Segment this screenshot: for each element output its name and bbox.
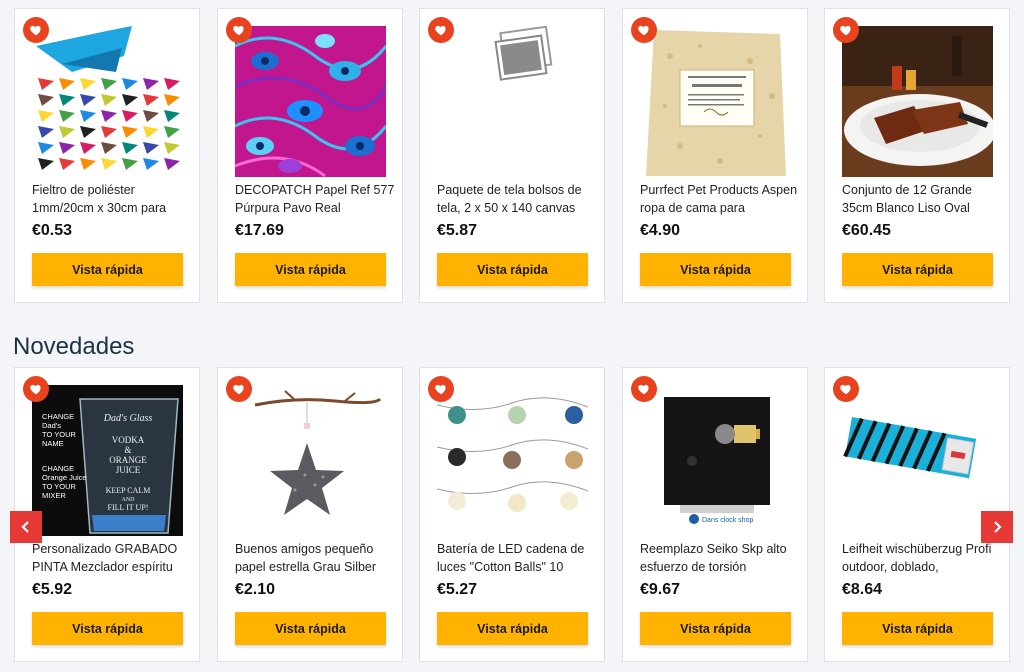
- engraved-glass-image[interactable]: CHANGE Dad's TO YOUR NAME CHANGE Orange …: [32, 385, 183, 536]
- product-price: €0.53: [32, 222, 73, 239]
- product-title[interactable]: Fieltro de poliéster 1mm/20cm x 30cm par…: [32, 181, 192, 219]
- heart-icon[interactable]: [226, 376, 252, 402]
- heart-icon[interactable]: [226, 17, 252, 43]
- svg-text:JUICE: JUICE: [116, 465, 141, 475]
- clock-movement-image[interactable]: Dans clock shop: [640, 385, 791, 536]
- product-price: €5.27: [437, 581, 478, 598]
- product-price: €2.10: [235, 581, 276, 598]
- quick-view-button[interactable]: Vista rápida: [640, 253, 791, 286]
- product-price: €5.92: [32, 581, 73, 598]
- svg-text:Dad's Glass: Dad's Glass: [103, 413, 153, 424]
- quick-view-button[interactable]: Vista rápida: [235, 612, 386, 645]
- product-price: €9.67: [640, 581, 681, 598]
- svg-text:ORANGE: ORANGE: [109, 455, 147, 465]
- quick-view-button[interactable]: Vista rápida: [842, 253, 993, 286]
- svg-text:VODKA: VODKA: [112, 435, 145, 445]
- heart-icon[interactable]: [631, 17, 657, 43]
- carousel-next-button[interactable]: [981, 511, 1013, 543]
- heart-icon[interactable]: [23, 376, 49, 402]
- product-price: €4.90: [640, 222, 681, 239]
- svg-text:Dans clock shop: Dans clock shop: [702, 517, 753, 524]
- heart-icon[interactable]: [428, 17, 454, 43]
- quick-view-button[interactable]: Vista rápida: [32, 612, 183, 645]
- heart-icon[interactable]: [833, 376, 859, 402]
- product-title[interactable]: Conjunto de 12 Grande 35cm Blanco Liso O…: [842, 181, 1002, 219]
- chevron-right-icon: [994, 521, 1002, 533]
- svg-text:FILL IT UP!: FILL IT UP!: [108, 503, 149, 512]
- quick-view-button[interactable]: Vista rápida: [235, 253, 386, 286]
- product-title[interactable]: Buenos amigos pequeño papel estrella Gra…: [235, 540, 395, 578]
- carousel-prev-button[interactable]: [10, 511, 42, 543]
- product-title[interactable]: Batería de LED cadena de luces "Cotton B…: [437, 540, 597, 578]
- placeholder-photo-image[interactable]: [437, 26, 588, 177]
- product-card: Buenos amigos pequeño papel estrella Gra…: [217, 367, 403, 662]
- product-title[interactable]: Paquete de tela bolsos de tela, 2 x 50 x…: [437, 181, 597, 219]
- product-card: Dans clock shop Reemplazo Seiko Skp alto…: [622, 367, 808, 662]
- quick-view-button[interactable]: Vista rápida: [842, 612, 993, 645]
- product-carousel-new: CHANGE Dad's TO YOUR NAME CHANGE Orange …: [0, 367, 1024, 663]
- chevron-left-icon: [21, 521, 29, 533]
- product-card: Paquete de tela bolsos de tela, 2 x 50 x…: [419, 8, 605, 303]
- product-title[interactable]: DECOPATCH Papel Ref 577 Púrpura Pavo Rea…: [235, 181, 395, 219]
- product-title[interactable]: Reemplazo Seiko Skp alto esfuerzo de tor…: [640, 540, 800, 578]
- product-title[interactable]: Leifheit wischüberzug Profi outdoor, dob…: [842, 540, 1002, 578]
- ribs-platter-image[interactable]: [842, 26, 993, 177]
- mop-cover-image[interactable]: [842, 385, 993, 536]
- svg-text:MIXER: MIXER: [42, 491, 66, 500]
- svg-text:KEEP CALM: KEEP CALM: [106, 486, 151, 495]
- quick-view-button[interactable]: Vista rápida: [437, 253, 588, 286]
- product-card: Conjunto de 12 Grande 35cm Blanco Liso O…: [824, 8, 1010, 303]
- product-price: €60.45: [842, 222, 891, 239]
- svg-text:NAME: NAME: [42, 439, 64, 448]
- quick-view-button[interactable]: Vista rápida: [640, 612, 791, 645]
- peacock-paper-image[interactable]: [235, 26, 386, 177]
- product-title[interactable]: Purrfect Pet Products Aspen ropa de cama…: [640, 181, 800, 219]
- heart-icon[interactable]: [833, 17, 859, 43]
- product-card: Batería de LED cadena de luces "Cotton B…: [419, 367, 605, 662]
- heart-icon[interactable]: [428, 376, 454, 402]
- product-price: €5.87: [437, 222, 478, 239]
- cotton-ball-lights-image[interactable]: [437, 385, 588, 536]
- svg-text:TO YOUR: TO YOUR: [42, 430, 76, 439]
- svg-text:CHANGE: CHANGE: [42, 464, 74, 473]
- section-title: Novedades: [13, 333, 135, 360]
- star-ornament-image[interactable]: [235, 385, 386, 536]
- felt-cones-image[interactable]: [32, 26, 183, 177]
- product-card: Fieltro de poliéster 1mm/20cm x 30cm par…: [14, 8, 200, 303]
- svg-text:TO YOUR: TO YOUR: [42, 482, 76, 491]
- svg-text:Orange Juice: Orange Juice: [42, 473, 87, 482]
- svg-text:Dad's: Dad's: [42, 421, 61, 430]
- product-title[interactable]: Personalizado GRABADO PINTA Mezclador es…: [32, 540, 192, 578]
- quick-view-button[interactable]: Vista rápida: [32, 253, 183, 286]
- aspen-bedding-image[interactable]: [640, 26, 791, 177]
- product-price: €17.69: [235, 222, 284, 239]
- svg-text:CHANGE: CHANGE: [42, 412, 74, 421]
- heart-icon[interactable]: [23, 17, 49, 43]
- product-card: Purrfect Pet Products Aspen ropa de cama…: [622, 8, 808, 303]
- quick-view-button[interactable]: Vista rápida: [437, 612, 588, 645]
- product-card: DECOPATCH Papel Ref 577 Púrpura Pavo Rea…: [217, 8, 403, 303]
- svg-text:&: &: [124, 445, 131, 455]
- product-price: €8.64: [842, 581, 883, 598]
- heart-icon[interactable]: [631, 376, 657, 402]
- product-carousel-top: Fieltro de poliéster 1mm/20cm x 30cm par…: [0, 8, 1024, 304]
